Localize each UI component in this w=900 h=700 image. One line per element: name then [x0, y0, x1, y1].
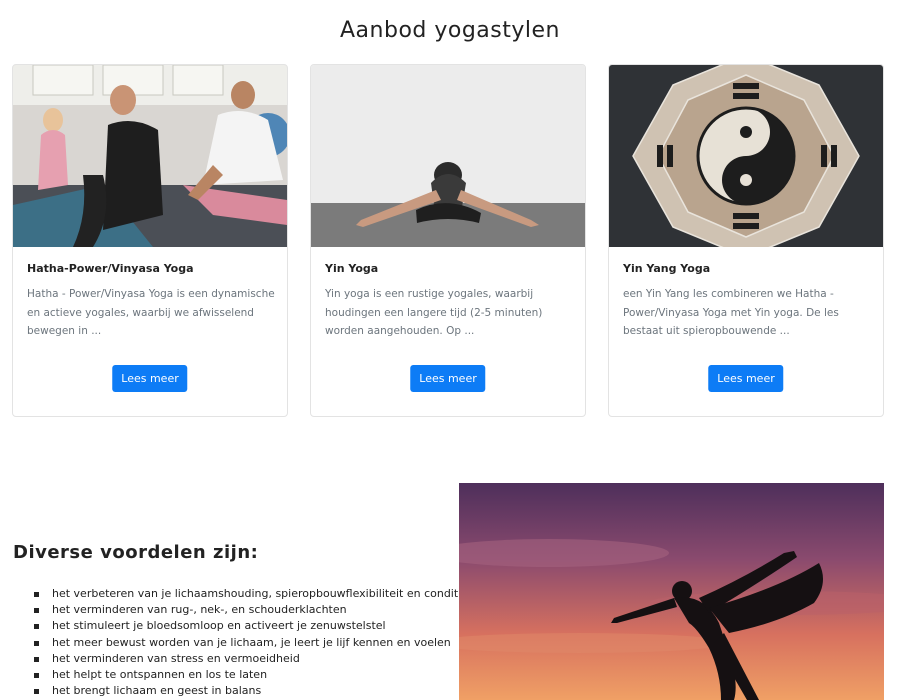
list-item: het brengt lichaam en geest in balans	[34, 683, 468, 699]
lees-meer-button[interactable]: Lees meer	[410, 365, 486, 392]
benefits-list: het verbeteren van je lichaamshouding, s…	[34, 586, 468, 699]
card-title: Hatha-Power/Vinyasa Yoga	[27, 262, 194, 275]
card-image-gym-class	[13, 65, 287, 247]
card-hatha: Hatha-Power/Vinyasa Yoga Hatha - Power/V…	[12, 64, 288, 417]
list-item: het verminderen van rug-, nek-, en schou…	[34, 602, 468, 618]
card-image-yin-yang-mosaic	[609, 65, 883, 247]
benefits-title: Diverse voordelen zijn:	[13, 542, 259, 563]
card-yin: Yin Yoga Yin yoga is een rustige yogales…	[310, 64, 586, 417]
card-image-forward-fold	[311, 65, 585, 247]
list-item: het stimuleert je bloedsomloop en active…	[34, 618, 468, 634]
list-item: het meer bewust worden van je lichaam, j…	[34, 635, 468, 651]
lees-meer-button[interactable]: Lees meer	[708, 365, 784, 392]
list-item: het verbeteren van je lichaamshouding, s…	[34, 586, 468, 602]
sunset-yoga-photo	[459, 483, 884, 700]
card-description: een Yin Yang les combineren we Hatha - P…	[623, 288, 839, 337]
card-description: Yin yoga is een rustige yogales, waarbij…	[325, 288, 543, 337]
card-title: Yin Yang Yoga	[623, 262, 711, 275]
lees-meer-button[interactable]: Lees meer	[112, 365, 188, 392]
section-title: Aanbod yogastylen	[340, 18, 560, 43]
list-item: het verminderen van stress en vermoeidhe…	[34, 651, 468, 667]
list-item: het helpt te ontspannen en los te laten	[34, 667, 468, 683]
card-title: Yin Yoga	[325, 262, 379, 275]
card-yin-yang: Yin Yang Yoga een Yin Yang les combinere…	[608, 64, 884, 417]
card-description: Hatha - Power/Vinyasa Yoga is een dynami…	[27, 288, 275, 337]
